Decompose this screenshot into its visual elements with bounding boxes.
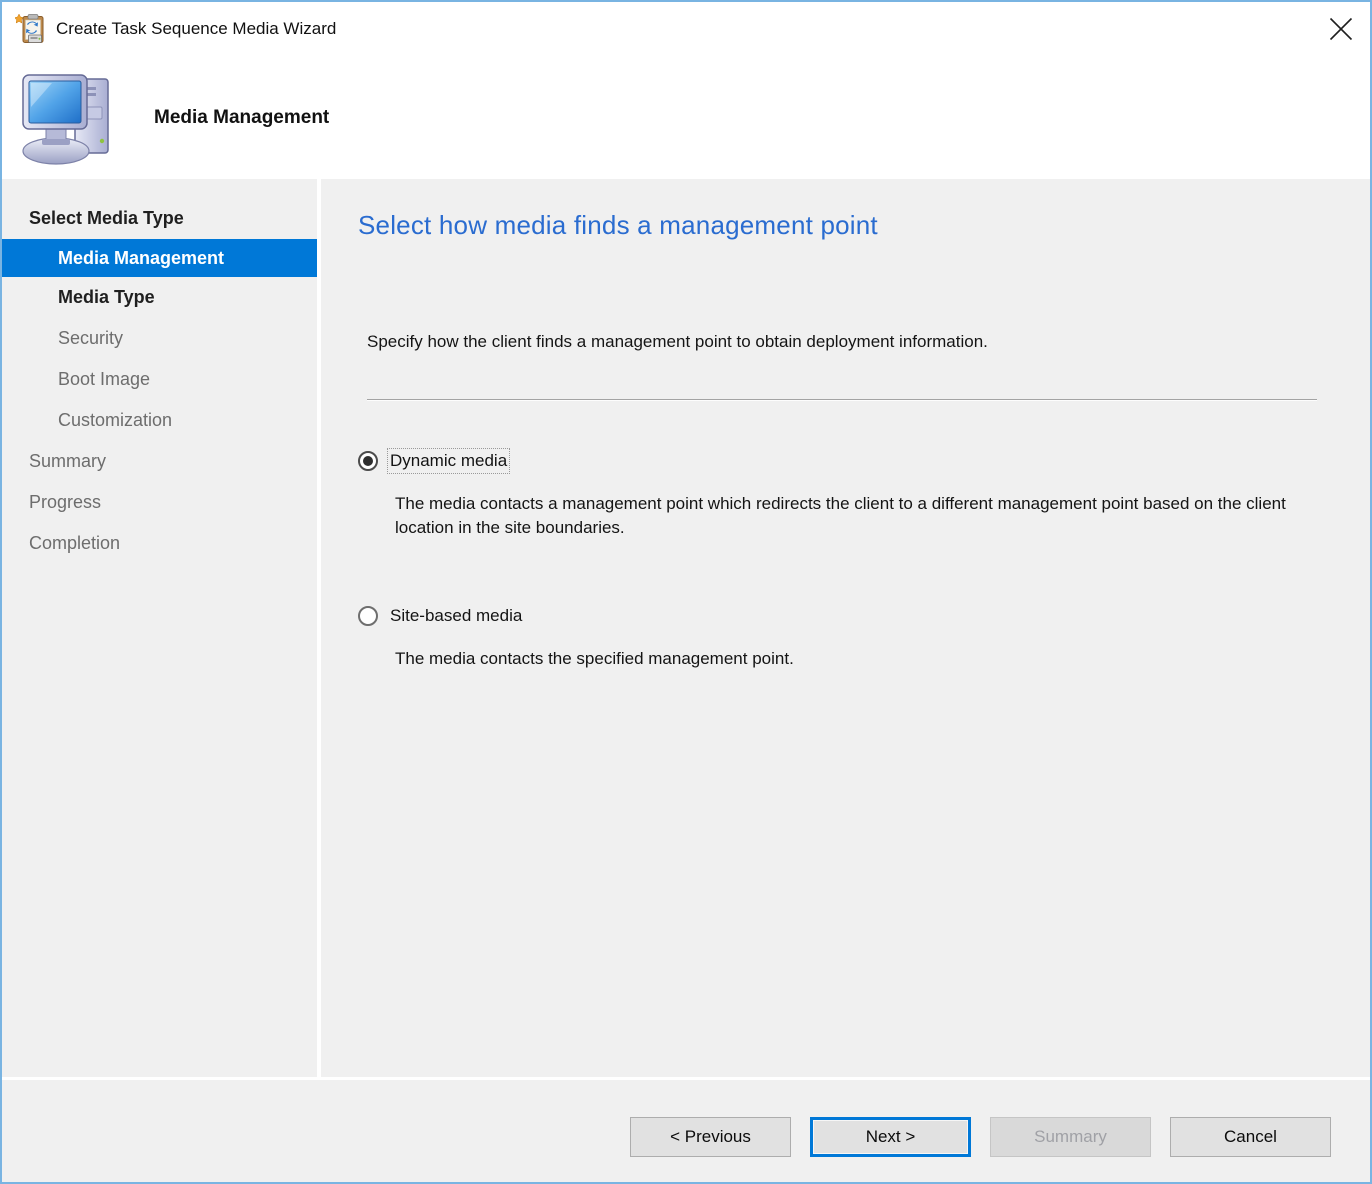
next-button[interactable]: Next > [810,1117,971,1157]
close-button[interactable] [1312,2,1370,56]
wizard-clipboard-icon [15,13,47,45]
radio-row[interactable]: Site-based media [358,606,1370,626]
sidebar-item-select-media-type: Select Media Type [2,198,317,239]
sidebar-item-customization: Customization [2,400,317,441]
content-pane: Select how media finds a management poin… [321,179,1370,1077]
radio-selected-icon[interactable] [358,451,378,471]
option-dynamic-media: Dynamic media The media contacts a manag… [358,451,1370,540]
footer-button-bar: < Previous Next > Summary Cancel [2,1080,1370,1182]
sidebar-item-label: Customization [58,410,172,431]
sidebar-item-progress: Progress [2,482,317,523]
sidebar-item-label: Select Media Type [29,208,184,229]
radio-row[interactable]: Dynamic media [358,451,1370,471]
close-x-icon [1329,17,1353,41]
wizard-window: Create Task Sequence Media Wizard [0,0,1372,1184]
radio-label[interactable]: Site-based media [390,606,522,626]
sidebar-item-label: Boot Image [58,369,150,390]
sidebar-item-security: Security [2,318,317,359]
sidebar-item-label: Completion [29,533,120,554]
cancel-button[interactable]: Cancel [1170,1117,1331,1157]
wizard-banner: Media Management [2,56,1370,179]
sidebar-item-media-type: Media Type [2,277,317,318]
sidebar-item-label: Media Type [58,287,155,308]
wizard-step-sidebar: Select Media Type Media Management Media… [2,179,317,1077]
sidebar-item-label: Summary [29,451,106,472]
sidebar-item-label: Security [58,328,123,349]
computer-workstation-icon [18,67,116,169]
sidebar-item-completion: Completion [2,523,317,564]
sidebar-item-label: Media Management [58,248,224,269]
section-divider [367,399,1317,401]
banner-title: Media Management [154,107,329,129]
title-bar: Create Task Sequence Media Wizard [2,2,1370,56]
sidebar-item-boot-image: Boot Image [2,359,317,400]
sidebar-item-label: Progress [29,492,101,513]
sidebar-item-media-management: Media Management [2,239,317,277]
instruction-text: Specify how the client finds a managemen… [367,332,1370,352]
option-description: The media contacts a management point wh… [395,492,1320,540]
option-site-based-media: Site-based media The media contacts the … [358,606,1370,671]
page-title: Select how media finds a management poin… [358,210,1370,241]
radio-unselected-icon[interactable] [358,606,378,626]
previous-button[interactable]: < Previous [630,1117,791,1157]
option-description: The media contacts the specified managem… [395,647,1320,671]
sidebar-item-summary: Summary [2,441,317,482]
main-area: Select Media Type Media Management Media… [2,179,1370,1077]
window-title: Create Task Sequence Media Wizard [56,19,336,39]
radio-label[interactable]: Dynamic media [390,451,507,471]
summary-button[interactable]: Summary [990,1117,1151,1157]
